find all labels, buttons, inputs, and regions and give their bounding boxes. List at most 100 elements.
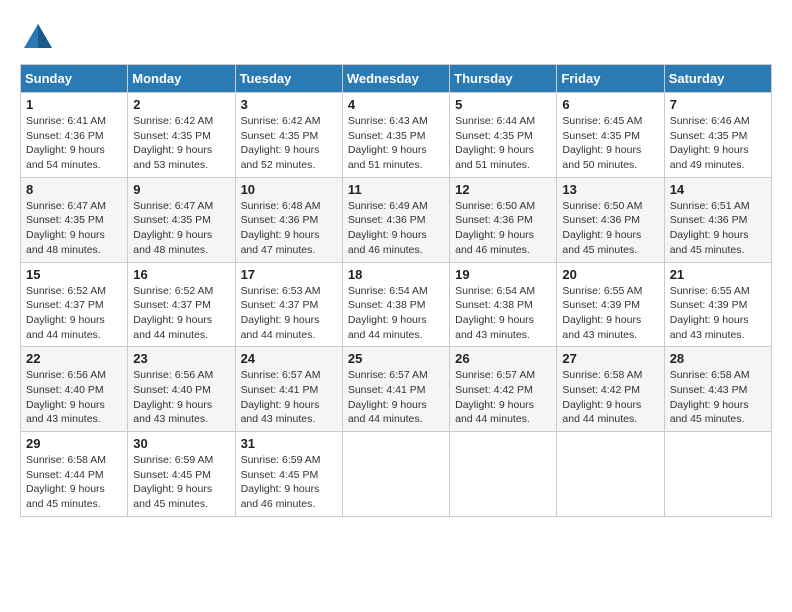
day-info: Sunrise: 6:49 AMSunset: 4:36 PMDaylight:… (348, 200, 428, 256)
day-cell-22: 22 Sunrise: 6:56 AMSunset: 4:40 PMDaylig… (21, 347, 128, 432)
header-cell-tuesday: Tuesday (235, 65, 342, 93)
day-number: 26 (455, 351, 551, 366)
day-number: 14 (670, 182, 766, 197)
day-info: Sunrise: 6:43 AMSunset: 4:35 PMDaylight:… (348, 115, 428, 171)
day-number: 21 (670, 267, 766, 282)
day-info: Sunrise: 6:44 AMSunset: 4:35 PMDaylight:… (455, 115, 535, 171)
day-cell-10: 10 Sunrise: 6:48 AMSunset: 4:36 PMDaylig… (235, 177, 342, 262)
header-cell-monday: Monday (128, 65, 235, 93)
day-info: Sunrise: 6:59 AMSunset: 4:45 PMDaylight:… (241, 454, 321, 510)
day-cell-18: 18 Sunrise: 6:54 AMSunset: 4:38 PMDaylig… (342, 262, 449, 347)
day-cell-17: 17 Sunrise: 6:53 AMSunset: 4:37 PMDaylig… (235, 262, 342, 347)
day-cell-26: 26 Sunrise: 6:57 AMSunset: 4:42 PMDaylig… (450, 347, 557, 432)
day-info: Sunrise: 6:58 AMSunset: 4:43 PMDaylight:… (670, 369, 750, 425)
day-cell-4: 4 Sunrise: 6:43 AMSunset: 4:35 PMDayligh… (342, 93, 449, 178)
day-cell-28: 28 Sunrise: 6:58 AMSunset: 4:43 PMDaylig… (664, 347, 771, 432)
day-cell-15: 15 Sunrise: 6:52 AMSunset: 4:37 PMDaylig… (21, 262, 128, 347)
day-number: 27 (562, 351, 658, 366)
day-cell-3: 3 Sunrise: 6:42 AMSunset: 4:35 PMDayligh… (235, 93, 342, 178)
day-number: 22 (26, 351, 122, 366)
week-row-5: 29 Sunrise: 6:58 AMSunset: 4:44 PMDaylig… (21, 432, 772, 517)
day-info: Sunrise: 6:55 AMSunset: 4:39 PMDaylight:… (562, 285, 642, 341)
week-row-4: 22 Sunrise: 6:56 AMSunset: 4:40 PMDaylig… (21, 347, 772, 432)
day-info: Sunrise: 6:50 AMSunset: 4:36 PMDaylight:… (562, 200, 642, 256)
day-cell-14: 14 Sunrise: 6:51 AMSunset: 4:36 PMDaylig… (664, 177, 771, 262)
day-number: 10 (241, 182, 337, 197)
day-number: 4 (348, 97, 444, 112)
header-cell-saturday: Saturday (664, 65, 771, 93)
week-row-2: 8 Sunrise: 6:47 AMSunset: 4:35 PMDayligh… (21, 177, 772, 262)
day-cell-31: 31 Sunrise: 6:59 AMSunset: 4:45 PMDaylig… (235, 432, 342, 517)
day-cell-19: 19 Sunrise: 6:54 AMSunset: 4:38 PMDaylig… (450, 262, 557, 347)
day-info: Sunrise: 6:46 AMSunset: 4:35 PMDaylight:… (670, 115, 750, 171)
day-number: 3 (241, 97, 337, 112)
day-cell-9: 9 Sunrise: 6:47 AMSunset: 4:35 PMDayligh… (128, 177, 235, 262)
day-number: 7 (670, 97, 766, 112)
day-info: Sunrise: 6:45 AMSunset: 4:35 PMDaylight:… (562, 115, 642, 171)
day-cell-5: 5 Sunrise: 6:44 AMSunset: 4:35 PMDayligh… (450, 93, 557, 178)
day-number: 6 (562, 97, 658, 112)
empty-cell (664, 432, 771, 517)
day-info: Sunrise: 6:54 AMSunset: 4:38 PMDaylight:… (348, 285, 428, 341)
day-number: 28 (670, 351, 766, 366)
header-cell-wednesday: Wednesday (342, 65, 449, 93)
day-info: Sunrise: 6:58 AMSunset: 4:42 PMDaylight:… (562, 369, 642, 425)
day-number: 18 (348, 267, 444, 282)
day-cell-20: 20 Sunrise: 6:55 AMSunset: 4:39 PMDaylig… (557, 262, 664, 347)
day-cell-12: 12 Sunrise: 6:50 AMSunset: 4:36 PMDaylig… (450, 177, 557, 262)
day-number: 25 (348, 351, 444, 366)
day-number: 5 (455, 97, 551, 112)
empty-cell (450, 432, 557, 517)
day-number: 8 (26, 182, 122, 197)
day-info: Sunrise: 6:47 AMSunset: 4:35 PMDaylight:… (26, 200, 106, 256)
day-cell-30: 30 Sunrise: 6:59 AMSunset: 4:45 PMDaylig… (128, 432, 235, 517)
day-number: 1 (26, 97, 122, 112)
day-number: 13 (562, 182, 658, 197)
logo (20, 20, 60, 56)
calendar-body: 1 Sunrise: 6:41 AMSunset: 4:36 PMDayligh… (21, 93, 772, 517)
day-info: Sunrise: 6:42 AMSunset: 4:35 PMDaylight:… (241, 115, 321, 171)
day-info: Sunrise: 6:52 AMSunset: 4:37 PMDaylight:… (26, 285, 106, 341)
day-number: 15 (26, 267, 122, 282)
day-number: 17 (241, 267, 337, 282)
day-cell-13: 13 Sunrise: 6:50 AMSunset: 4:36 PMDaylig… (557, 177, 664, 262)
day-info: Sunrise: 6:41 AMSunset: 4:36 PMDaylight:… (26, 115, 106, 171)
week-row-1: 1 Sunrise: 6:41 AMSunset: 4:36 PMDayligh… (21, 93, 772, 178)
day-cell-7: 7 Sunrise: 6:46 AMSunset: 4:35 PMDayligh… (664, 93, 771, 178)
day-cell-1: 1 Sunrise: 6:41 AMSunset: 4:36 PMDayligh… (21, 93, 128, 178)
day-cell-21: 21 Sunrise: 6:55 AMSunset: 4:39 PMDaylig… (664, 262, 771, 347)
day-cell-24: 24 Sunrise: 6:57 AMSunset: 4:41 PMDaylig… (235, 347, 342, 432)
day-cell-29: 29 Sunrise: 6:58 AMSunset: 4:44 PMDaylig… (21, 432, 128, 517)
header-row: SundayMondayTuesdayWednesdayThursdayFrid… (21, 65, 772, 93)
day-cell-16: 16 Sunrise: 6:52 AMSunset: 4:37 PMDaylig… (128, 262, 235, 347)
day-info: Sunrise: 6:50 AMSunset: 4:36 PMDaylight:… (455, 200, 535, 256)
day-number: 31 (241, 436, 337, 451)
day-number: 9 (133, 182, 229, 197)
day-number: 19 (455, 267, 551, 282)
day-number: 24 (241, 351, 337, 366)
day-number: 30 (133, 436, 229, 451)
day-info: Sunrise: 6:58 AMSunset: 4:44 PMDaylight:… (26, 454, 106, 510)
calendar-table: SundayMondayTuesdayWednesdayThursdayFrid… (20, 64, 772, 517)
day-number: 29 (26, 436, 122, 451)
day-number: 20 (562, 267, 658, 282)
day-info: Sunrise: 6:57 AMSunset: 4:41 PMDaylight:… (348, 369, 428, 425)
day-info: Sunrise: 6:54 AMSunset: 4:38 PMDaylight:… (455, 285, 535, 341)
day-cell-11: 11 Sunrise: 6:49 AMSunset: 4:36 PMDaylig… (342, 177, 449, 262)
header-cell-thursday: Thursday (450, 65, 557, 93)
header (20, 16, 772, 56)
day-info: Sunrise: 6:52 AMSunset: 4:37 PMDaylight:… (133, 285, 213, 341)
day-number: 12 (455, 182, 551, 197)
day-info: Sunrise: 6:47 AMSunset: 4:35 PMDaylight:… (133, 200, 213, 256)
logo-icon (20, 20, 56, 56)
day-number: 2 (133, 97, 229, 112)
empty-cell (342, 432, 449, 517)
day-info: Sunrise: 6:57 AMSunset: 4:41 PMDaylight:… (241, 369, 321, 425)
week-row-3: 15 Sunrise: 6:52 AMSunset: 4:37 PMDaylig… (21, 262, 772, 347)
day-cell-2: 2 Sunrise: 6:42 AMSunset: 4:35 PMDayligh… (128, 93, 235, 178)
day-info: Sunrise: 6:51 AMSunset: 4:36 PMDaylight:… (670, 200, 750, 256)
day-info: Sunrise: 6:56 AMSunset: 4:40 PMDaylight:… (26, 369, 106, 425)
day-info: Sunrise: 6:57 AMSunset: 4:42 PMDaylight:… (455, 369, 535, 425)
day-number: 23 (133, 351, 229, 366)
day-info: Sunrise: 6:48 AMSunset: 4:36 PMDaylight:… (241, 200, 321, 256)
